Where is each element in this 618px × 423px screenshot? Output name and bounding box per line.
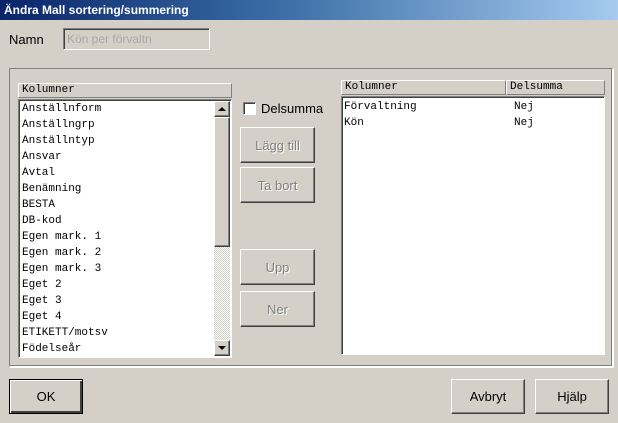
available-columns-list[interactable]: Anställnform Anställngrp Anställntyp Ans…: [18, 99, 232, 358]
delsumma-checkbox[interactable]: Delsumma: [243, 101, 323, 116]
checkbox-box[interactable]: [243, 102, 256, 115]
right-header-columns[interactable]: Kolumner: [341, 80, 506, 95]
arrow-up-icon: [218, 107, 226, 111]
help-button[interactable]: Hjälp: [535, 379, 609, 414]
remove-button[interactable]: Ta bort: [240, 167, 315, 203]
list-item[interactable]: Egen mark. 1: [22, 229, 231, 245]
scroll-up-button[interactable]: [214, 101, 230, 117]
list-item[interactable]: Eget 2: [22, 277, 231, 293]
row-subtotal: Nej: [514, 117, 534, 129]
list-item[interactable]: Eget 4: [22, 309, 231, 325]
list-item[interactable]: Avtal: [22, 165, 231, 181]
name-input[interactable]: Kön per förvaltn: [63, 28, 210, 50]
scroll-thumb[interactable]: [214, 117, 230, 247]
table-row[interactable]: Kön Nej: [344, 115, 594, 131]
list-item[interactable]: Födelseår: [22, 341, 231, 357]
selected-columns-list[interactable]: Förvaltning Nej Kön Nej: [341, 96, 605, 355]
arrow-down-icon: [218, 346, 226, 350]
list-item[interactable]: DB-kod: [22, 213, 231, 229]
add-button[interactable]: Lägg till: [240, 127, 315, 163]
row-column: Förvaltning: [344, 101, 417, 113]
list-item[interactable]: Egen mark. 3: [22, 261, 231, 277]
table-row[interactable]: Förvaltning Nej: [344, 99, 594, 115]
left-list-items: Anställnform Anställngrp Anställntyp Ans…: [19, 100, 231, 357]
list-item[interactable]: ETIKETT/motsv: [22, 325, 231, 341]
left-list-header[interactable]: Kolumner: [18, 83, 232, 98]
move-down-button[interactable]: Ner: [240, 291, 315, 327]
list-item[interactable]: Anställntyp: [22, 133, 231, 149]
list-item[interactable]: Eget 3: [22, 293, 231, 309]
ok-button[interactable]: OK: [9, 379, 83, 414]
list-item[interactable]: Anställngrp: [22, 117, 231, 133]
list-item[interactable]: Anställnform: [22, 101, 231, 117]
name-label: Namn: [9, 32, 44, 47]
window-title: Ändra Mall sortering/summering: [0, 0, 618, 20]
row-subtotal: Nej: [514, 101, 534, 113]
left-list-scrollbar[interactable]: [214, 101, 230, 356]
list-item[interactable]: Benämning: [22, 181, 231, 197]
list-item[interactable]: BESTA: [22, 197, 231, 213]
move-up-button[interactable]: Upp: [240, 249, 315, 285]
right-header-subtotal[interactable]: Delsumma: [506, 80, 605, 95]
delsumma-label: Delsumma: [261, 101, 324, 116]
row-column: Kön: [344, 117, 364, 129]
list-item[interactable]: Egen mark. 2: [22, 245, 231, 261]
scroll-down-button[interactable]: [214, 340, 230, 356]
list-item[interactable]: Ansvar: [22, 149, 231, 165]
cancel-button[interactable]: Avbryt: [451, 379, 525, 414]
